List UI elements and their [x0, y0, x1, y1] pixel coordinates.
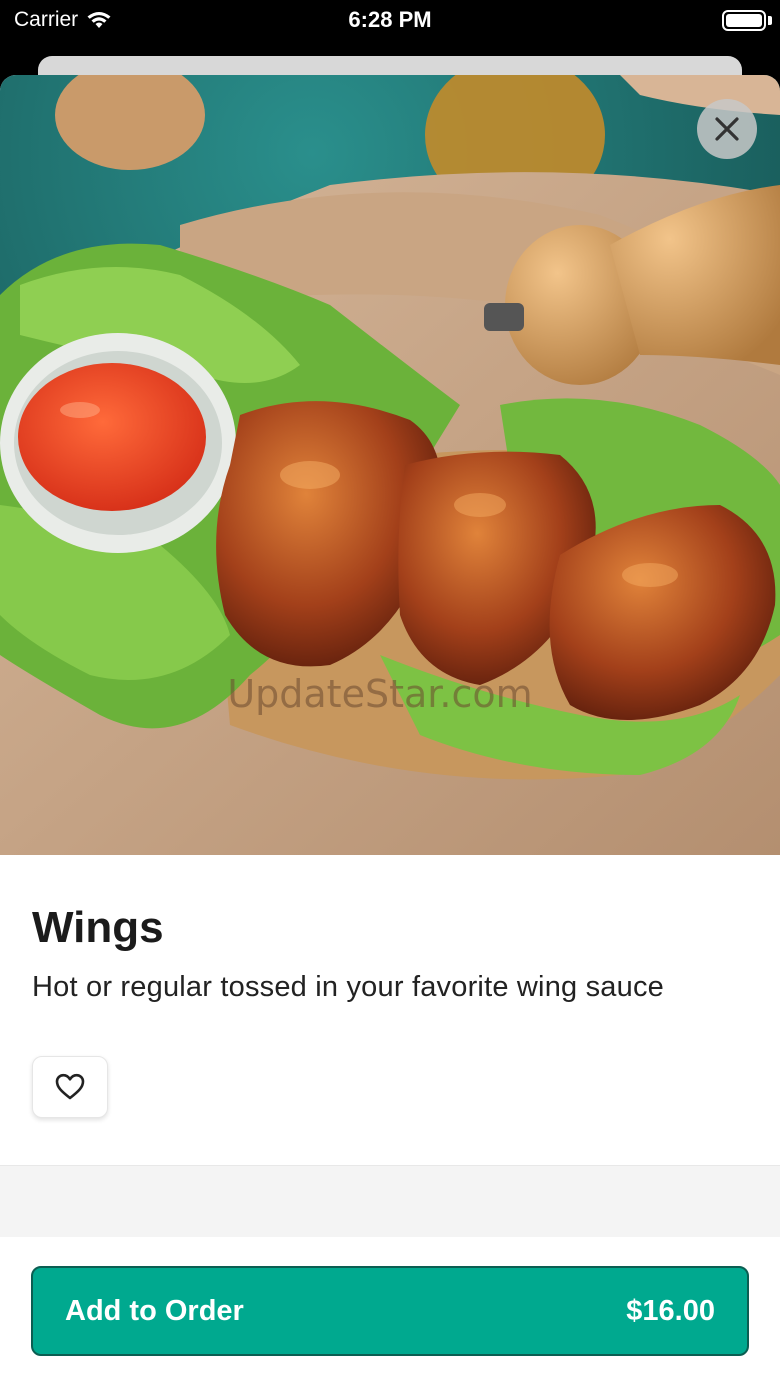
add-to-order-button[interactable]: Add to Order $16.00: [31, 1266, 749, 1356]
item-title: Wings: [32, 903, 164, 952]
item-price: $16.00: [626, 1294, 715, 1327]
item-photo: UpdateStar.com: [0, 75, 780, 855]
battery-icon: [722, 10, 766, 31]
status-time: 6:28 PM: [348, 7, 432, 32]
heart-outline-icon: [55, 1073, 85, 1100]
add-to-order-label: Add to Order: [65, 1294, 244, 1327]
close-button[interactable]: [697, 99, 757, 159]
close-icon: [715, 117, 739, 141]
item-description: Hot or regular tossed in your favorite w…: [32, 971, 664, 1003]
photo-watermark: UpdateStar.com: [227, 672, 532, 716]
bottom-action-bar: Add to Order $16.00: [0, 1237, 780, 1387]
battery-cap: [768, 16, 772, 25]
section-divider: [0, 1165, 780, 1237]
item-detail-sheet: UpdateStar.com Wings Hot or regular toss…: [0, 75, 780, 1387]
status-bar: Carrier 6:28 PM: [0, 0, 780, 50]
favorite-button[interactable]: [32, 1056, 108, 1118]
wings-photo-illustration: UpdateStar.com: [0, 75, 780, 855]
